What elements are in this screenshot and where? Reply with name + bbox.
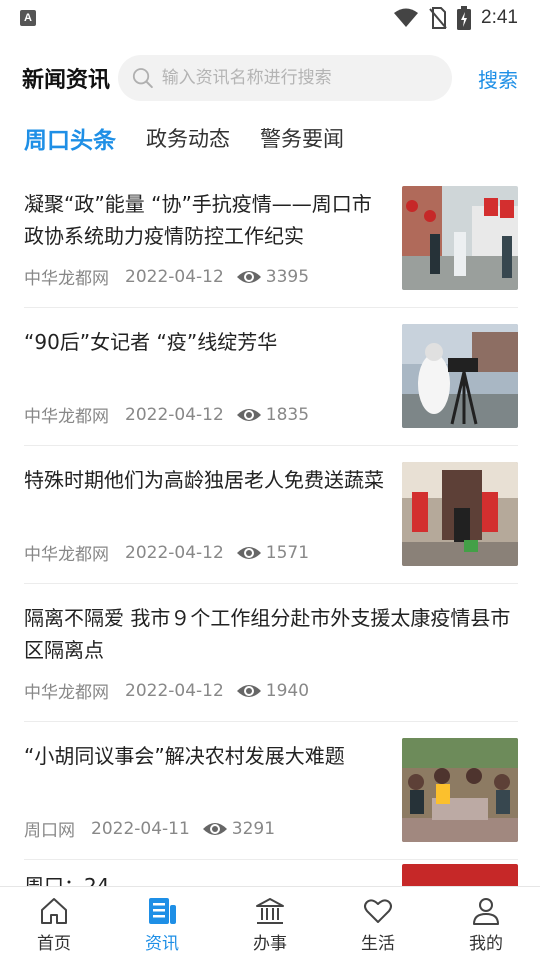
search-bar[interactable] xyxy=(118,55,453,101)
nav-label: 生活 xyxy=(361,934,395,954)
view-count: 1940 xyxy=(236,681,309,701)
battery-charging-icon xyxy=(457,6,472,30)
user-icon xyxy=(473,898,499,925)
news-source: 中华龙都网 xyxy=(24,545,109,565)
news-title: “90后”女记者 “疫”线绽芳华 xyxy=(24,330,278,354)
news-date: 2022-04-12 xyxy=(125,542,224,563)
news-date: 2022-04-12 xyxy=(125,404,224,425)
news-title: 特殊时期他们为高龄独居老人免费送蔬菜 xyxy=(24,468,384,492)
search-input[interactable] xyxy=(161,68,439,88)
news-meta: 周口网 2022-04-11 3291 xyxy=(24,816,275,842)
news-item[interactable]: 凝聚“政”能量 “协”手抗疫情——周口市政协系统助力疫情防控工作纪实 中华龙都网… xyxy=(24,170,518,308)
news-source: 周口网 xyxy=(24,821,75,841)
category-tabs: 周口头条 政务动态 警务要闻 xyxy=(24,118,344,158)
news-thumbnail[interactable] xyxy=(402,186,518,290)
view-count-value: 1835 xyxy=(265,404,310,425)
tab-zhoukou-headlines[interactable]: 周口头条 xyxy=(24,121,116,155)
nav-home[interactable]: 首页 xyxy=(0,887,108,960)
government-building-icon xyxy=(256,898,284,924)
view-count: 3395 xyxy=(236,267,309,287)
nav-label: 首页 xyxy=(37,934,71,954)
nav-label: 办事 xyxy=(253,934,287,954)
wifi-icon xyxy=(394,8,419,27)
header: 新闻资讯 搜索 xyxy=(0,54,540,102)
view-count-value: 1940 xyxy=(265,680,310,701)
eye-icon xyxy=(236,408,261,421)
news-meta: 中华龙都网 2022-04-12 1571 xyxy=(24,540,309,566)
news-meta: 中华龙都网 2022-04-12 1940 xyxy=(24,678,309,704)
search-icon xyxy=(132,68,153,89)
eye-icon xyxy=(236,270,261,283)
news-title: “小胡同议事会”解决农村发展大难题 xyxy=(24,744,345,768)
nav-profile[interactable]: 我的 xyxy=(432,887,540,960)
news-source: 中华龙都网 xyxy=(24,407,109,427)
tab-police-news[interactable]: 警务要闻 xyxy=(260,123,344,153)
nav-services[interactable]: 办事 xyxy=(216,887,324,960)
news-list: 凝聚“政”能量 “协”手抗疫情——周口市政协系统助力疫情防控工作纪实 中华龙都网… xyxy=(24,170,518,920)
news-item[interactable]: 特殊时期他们为高龄独居老人免费送蔬菜 中华龙都网 2022-04-12 1571 xyxy=(24,446,518,584)
tab-government-news[interactable]: 政务动态 xyxy=(146,123,230,153)
heart-icon xyxy=(364,899,392,923)
nav-label: 资讯 xyxy=(145,934,179,954)
eye-icon xyxy=(236,546,261,559)
news-thumbnail[interactable] xyxy=(402,324,518,428)
view-count: 3291 xyxy=(202,819,275,839)
nav-label: 我的 xyxy=(469,934,503,954)
news-title: 隔离不隔爱 我市９个工作组分赴市外支援太康疫情县市区隔离点 xyxy=(24,606,511,662)
news-item[interactable]: 隔离不隔爱 我市９个工作组分赴市外支援太康疫情县市区隔离点 中华龙都网 2022… xyxy=(24,584,518,722)
view-count-value: 3291 xyxy=(231,818,276,839)
view-count-value: 1571 xyxy=(265,542,310,563)
news-meta: 中华龙都网 2022-04-12 1835 xyxy=(24,402,309,428)
news-date: 2022-04-11 xyxy=(91,818,190,839)
news-source: 中华龙都网 xyxy=(24,683,109,703)
page-title: 新闻资讯 xyxy=(22,68,111,93)
news-thumbnail[interactable] xyxy=(402,738,518,842)
news-title: 凝聚“政”能量 “协”手抗疫情——周口市政协系统助力疫情防控工作纪实 xyxy=(24,192,372,248)
news-icon xyxy=(149,898,176,924)
view-count: 1571 xyxy=(236,543,309,563)
nav-life[interactable]: 生活 xyxy=(324,887,432,960)
news-item[interactable]: “小胡同议事会”解决农村发展大难题 周口网 2022-04-11 3291 xyxy=(24,722,518,860)
news-source: 中华龙都网 xyxy=(24,269,109,289)
bottom-navigation: 首页 资讯 办事 生活 我的 xyxy=(0,886,540,960)
view-count: 1835 xyxy=(236,405,309,425)
news-meta: 中华龙都网 2022-04-12 3395 xyxy=(24,264,309,290)
status-bar: A 2:41 xyxy=(0,0,540,36)
news-item[interactable]: “90后”女记者 “疫”线绽芳华 中华龙都网 2022-04-12 1835 xyxy=(24,308,518,446)
search-button[interactable]: 搜索 xyxy=(478,64,518,93)
no-sim-icon xyxy=(429,7,447,29)
news-date: 2022-04-12 xyxy=(125,680,224,701)
news-thumbnail[interactable] xyxy=(402,462,518,566)
view-count-value: 3395 xyxy=(265,266,310,287)
news-date: 2022-04-12 xyxy=(125,266,224,287)
clock: 2:41 xyxy=(481,7,518,28)
nav-news[interactable]: 资讯 xyxy=(108,887,216,960)
eye-icon xyxy=(236,684,261,697)
notification-icon: A xyxy=(20,10,36,26)
home-icon xyxy=(41,898,67,924)
eye-icon xyxy=(202,822,227,835)
